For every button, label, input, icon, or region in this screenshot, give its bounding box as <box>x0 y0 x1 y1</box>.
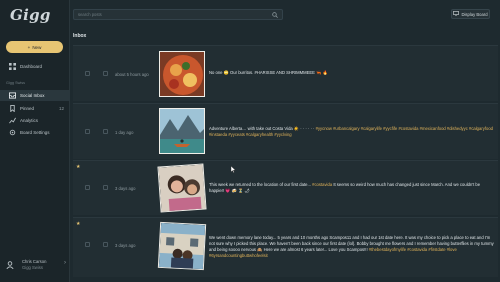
sidebar-item-board-settings[interactable]: Board Settings <box>0 127 70 138</box>
gear-icon <box>8 129 16 137</box>
sidebar-item-analytics[interactable]: Analytics <box>0 115 70 126</box>
user-menu[interactable]: Chris Carson Gigg Swiss › <box>6 257 66 273</box>
section-label: Gigg Swiss <box>6 81 25 85</box>
post-text: No one 🙄 Our burritos. #HARISSE AND SHRI… <box>209 70 328 75</box>
sidebar-item-label: Social Inbox <box>20 93 45 98</box>
post-row[interactable]: ★ 3 days ago This week we returned to th… <box>73 160 498 215</box>
post-time: 1 day ago <box>115 130 134 135</box>
pin-icon <box>8 105 16 113</box>
pinned-count: 12 <box>58 106 64 111</box>
sidebar-item-label: Pinned <box>20 106 35 111</box>
post-text: Adventure Alberta… with take out Costa V… <box>209 126 494 138</box>
post-image[interactable] <box>157 221 207 271</box>
pin-checkbox[interactable] <box>103 71 108 76</box>
sidebar-item-social-inbox[interactable]: Social Inbox <box>0 90 70 101</box>
sidebar: Gigg + New Dashboard Gigg Swiss Social I… <box>0 0 70 282</box>
post-row[interactable]: 1 day ago Adventure Alberta… with take o… <box>73 103 498 159</box>
select-checkbox[interactable] <box>85 71 90 76</box>
pin-checkbox[interactable] <box>103 242 108 247</box>
display-board-button[interactable]: Display Board <box>451 9 490 19</box>
grid-icon <box>8 63 16 71</box>
monitor-icon <box>453 11 460 17</box>
post-text: This week we returned to the location of… <box>209 182 494 194</box>
select-checkbox[interactable] <box>85 185 90 190</box>
user-icon <box>6 256 14 274</box>
chevron-right-icon: › <box>64 260 66 266</box>
post-image[interactable] <box>159 51 205 97</box>
plus-icon: + <box>27 44 31 50</box>
select-checkbox[interactable] <box>85 129 90 134</box>
sidebar-item-label: Analytics <box>20 118 39 123</box>
star-icon[interactable]: ★ <box>76 164 80 170</box>
post-text: We went down memory lane today... 5 year… <box>209 235 494 259</box>
post-image[interactable] <box>157 163 207 213</box>
select-checkbox[interactable] <box>85 242 90 247</box>
post-row[interactable]: about 5 hours ago No one 🙄 Our burritos.… <box>73 45 498 101</box>
pin-checkbox[interactable] <box>103 185 108 190</box>
post-image[interactable] <box>159 108 205 154</box>
mouse-cursor-icon <box>230 160 236 178</box>
user-org: Gigg Swiss <box>22 265 43 270</box>
pin-checkbox[interactable] <box>103 129 108 134</box>
post-time: 3 days ago <box>115 186 136 191</box>
post-text-body: This week we returned to the location of… <box>209 182 313 187</box>
search-input[interactable]: search posts <box>73 9 283 20</box>
post-hashtag: #costavida <box>312 182 333 187</box>
sidebar-item-label: Dashboard <box>20 64 43 69</box>
sidebar-item-label: Board Settings <box>20 130 50 135</box>
new-button[interactable]: + New <box>6 41 63 53</box>
inbox-icon <box>8 92 16 100</box>
search-placeholder: search posts <box>78 12 102 17</box>
new-button-label: New <box>32 44 42 50</box>
search-icon <box>272 12 278 19</box>
sidebar-item-pinned[interactable]: Pinned 12 <box>0 103 70 114</box>
sidebar-item-dashboard[interactable]: Dashboard <box>0 61 70 72</box>
post-time: about 5 hours ago <box>115 72 149 77</box>
analytics-icon <box>8 117 16 125</box>
post-row[interactable]: ★ 3 days ago We went down memory lane to… <box>73 217 498 277</box>
star-icon[interactable]: ★ <box>76 221 80 227</box>
display-board-label: Display Board <box>461 11 488 17</box>
app-logo[interactable]: Gigg <box>10 6 51 24</box>
post-text-body: Adventure Alberta… with take out Costa V… <box>209 126 316 131</box>
post-time: 3 days ago <box>115 243 136 248</box>
page-title: Inbox <box>73 33 87 39</box>
